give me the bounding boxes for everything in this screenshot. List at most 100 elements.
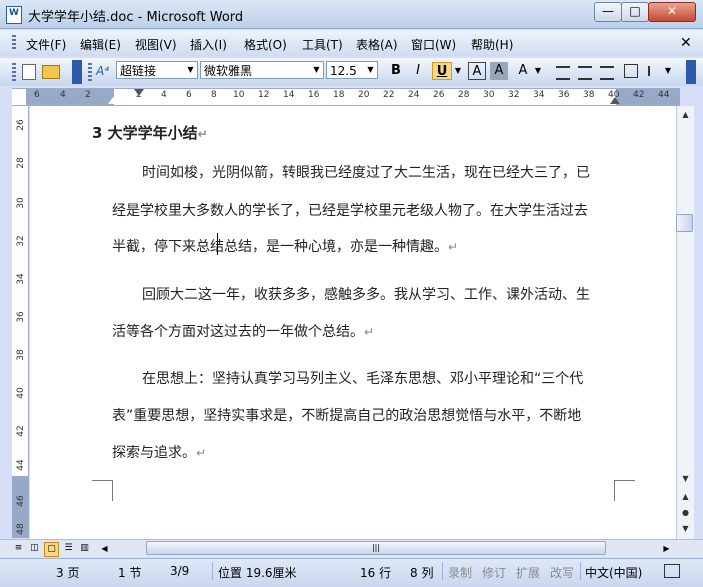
line-spacing-icon[interactable]: [648, 66, 664, 76]
ruler-number: 44: [16, 459, 26, 471]
vertical-ruler[interactable]: 26 28 30 32 34 36 38 40 42 44 46 48: [12, 106, 29, 538]
ruler-number: 26: [433, 90, 445, 100]
status-extend[interactable]: 扩展: [516, 564, 540, 581]
minimize-button[interactable]: —: [594, 2, 622, 22]
underline-button[interactable]: U: [432, 62, 452, 80]
character-border-button[interactable]: A: [468, 62, 486, 80]
ruler-number: 30: [483, 90, 495, 100]
scroll-left-icon[interactable]: ◀: [98, 542, 111, 555]
first-line-indent-marker[interactable]: [134, 89, 144, 96]
crop-mark-right: [614, 480, 635, 501]
status-divider: [442, 562, 443, 580]
align-center-icon[interactable]: [578, 66, 592, 80]
menu-view[interactable]: 视图(V): [135, 36, 177, 53]
web-view-icon[interactable]: ◫: [28, 542, 41, 555]
right-indent-marker[interactable]: [610, 97, 620, 104]
maximize-button[interactable]: □: [621, 2, 649, 22]
styles-pane-icon[interactable]: A⁴: [96, 64, 109, 78]
paragraph-line[interactable]: 回顾大二这一年，收获多多，感触多多。我从学习、工作、课外活动、生: [142, 284, 590, 304]
align-left-icon[interactable]: [556, 66, 570, 80]
highlight-button[interactable]: A: [514, 62, 532, 80]
horizontal-ruler[interactable]: 6 4 2 2 4 6 8 10 12 14 16 18 20 22 24 26…: [12, 88, 680, 106]
ruler-number: 34: [16, 273, 26, 285]
status-track-changes[interactable]: 修订: [482, 564, 506, 581]
align-right-icon[interactable]: [600, 66, 614, 80]
scroll-right-icon[interactable]: ▶: [660, 542, 673, 555]
menu-table[interactable]: 表格(A): [356, 36, 398, 53]
paragraph-mark: ↵: [197, 127, 208, 141]
status-bar: 3 页 1 节 3/9 位置 19.6厘米 16 行 8 列 录制 修订 扩展 …: [0, 558, 703, 587]
next-page-icon[interactable]: ▼: [677, 520, 694, 537]
font-size-combo[interactable]: 12.5 ▼: [326, 61, 378, 79]
outline-view-icon[interactable]: ☰: [62, 542, 75, 555]
open-folder-icon[interactable]: [42, 65, 60, 79]
vertical-scroll-thumb[interactable]: [676, 214, 693, 232]
ruler-number: 22: [383, 90, 395, 100]
font-size-value: 12.5: [330, 64, 357, 78]
status-language[interactable]: 中文(中国): [585, 564, 642, 581]
status-column: 8 列: [410, 566, 434, 580]
menu-help[interactable]: 帮助(H): [471, 36, 513, 53]
select-browse-object-icon[interactable]: ●: [677, 504, 694, 521]
scroll-down-icon[interactable]: ▼: [677, 470, 694, 487]
close-document-button[interactable]: ✕: [680, 35, 692, 51]
spelling-check-icon[interactable]: [664, 564, 680, 578]
close-window-button[interactable]: ✕: [648, 2, 696, 22]
ruler-number: 20: [358, 90, 370, 100]
paragraph-line[interactable]: 在思想上：坚持认真学习马列主义、毛泽东思想、邓小平理论和“三个代: [142, 368, 583, 388]
paragraph-mark: ↵: [364, 325, 375, 339]
menu-edit[interactable]: 编辑(E): [80, 36, 121, 53]
ruler-number: 4: [161, 90, 167, 100]
ruler-number: 48: [16, 523, 26, 535]
character-shading-button[interactable]: A: [490, 62, 508, 80]
reading-view-icon[interactable]: ▥: [78, 542, 91, 555]
chevron-down-icon[interactable]: ▼: [310, 62, 323, 78]
vertical-scrollbar[interactable]: ▲ ▼ ▲ ● ▼: [676, 106, 694, 539]
paragraph-line[interactable]: 经是学校里大多数人的学长了，已经是学校里元老级人物了。在大学生活过去: [112, 200, 588, 220]
italic-button[interactable]: I: [410, 62, 426, 80]
justify-icon[interactable]: [624, 64, 638, 78]
menu-insert[interactable]: 插入(I): [190, 36, 227, 53]
word-doc-icon[interactable]: [6, 6, 22, 24]
line-spacing-dropdown-icon[interactable]: ▼: [664, 62, 672, 80]
paragraph-line[interactable]: 半截，停下来总结总结，是一种心境，亦是一种情趣。↵: [112, 236, 458, 256]
document-page[interactable]: 3 大学学年小结↵ 时间如梭，光阴似箭，转眼我已经度过了大二生活，现在已经大三了…: [30, 106, 676, 539]
paragraph-line[interactable]: 活等各个方面对这过去的一年做个总结。↵: [112, 321, 374, 341]
bold-button[interactable]: B: [388, 62, 404, 80]
underline-dropdown-icon[interactable]: ▼: [454, 62, 462, 80]
toolbar-grip-handle[interactable]: [12, 63, 16, 81]
print-view-icon[interactable]: ▢: [44, 542, 59, 557]
toolbar2-grip-handle[interactable]: [88, 63, 92, 81]
ruler-number: 40: [16, 387, 26, 399]
status-record[interactable]: 录制: [448, 564, 472, 581]
menu-grip-handle[interactable]: [12, 35, 16, 51]
paragraph-line[interactable]: 时间如梭，光阴似箭，转眼我已经度过了大二生活，现在已经大三了，已: [142, 162, 590, 182]
ruler-number: 42: [633, 90, 645, 100]
ruler-number: 4: [60, 90, 66, 100]
toolbar-overflow-icon[interactable]: [686, 60, 696, 84]
left-indent-marker[interactable]: [108, 97, 118, 104]
status-overtype[interactable]: 改写: [550, 564, 574, 581]
normal-view-icon[interactable]: ≡: [12, 542, 25, 555]
highlight-dropdown-icon[interactable]: ▼: [534, 62, 542, 80]
paragraph-line[interactable]: 探索与追求。↵: [112, 442, 206, 462]
menu-tools[interactable]: 工具(T): [302, 36, 343, 53]
document-heading[interactable]: 3 大学学年小结↵: [92, 122, 208, 143]
ruler-number: 16: [308, 90, 320, 100]
horizontal-scroll-thumb[interactable]: |||: [146, 541, 606, 555]
toolbar-chevron-icon[interactable]: [72, 60, 82, 84]
ruler-number: 30: [16, 197, 26, 209]
font-combo[interactable]: 微软雅黑 ▼: [200, 61, 324, 79]
new-document-icon[interactable]: [22, 64, 36, 80]
menu-window[interactable]: 窗口(W): [411, 36, 456, 53]
menu-format[interactable]: 格式(O): [244, 36, 287, 53]
style-value: 超链接: [120, 64, 157, 78]
previous-page-icon[interactable]: ▲: [677, 488, 694, 505]
chevron-down-icon[interactable]: ▼: [184, 62, 197, 78]
menu-file[interactable]: 文件(F): [26, 36, 66, 53]
line-text: 活等各个方面对这过去的一年做个总结。: [112, 324, 364, 340]
scroll-up-icon[interactable]: ▲: [677, 106, 694, 123]
style-combo[interactable]: 超链接 ▼: [116, 61, 198, 79]
paragraph-line[interactable]: 表”重要思想，坚持实事求是，不断提高自己的政治思想觉悟与水平，不断地: [112, 405, 581, 425]
chevron-down-icon[interactable]: ▼: [364, 62, 377, 78]
